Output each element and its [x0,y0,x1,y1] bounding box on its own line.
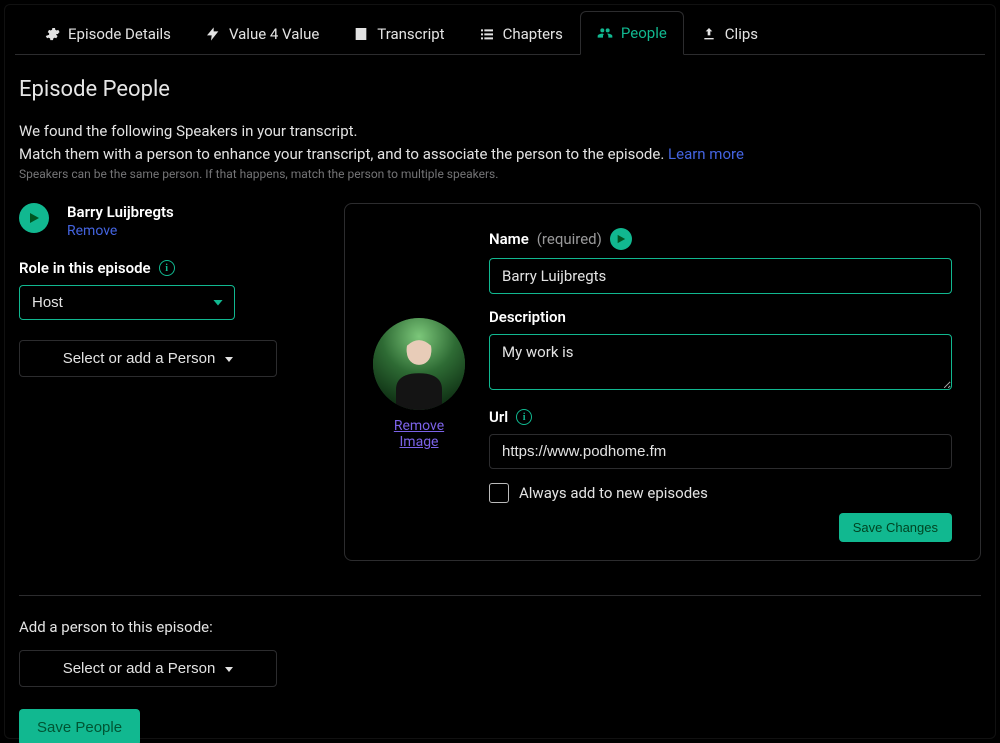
list-icon [479,26,495,42]
tab-transcript[interactable]: Transcript [336,12,461,55]
intro-line-2: Match them with a person to enhance your… [19,143,981,166]
name-field[interactable] [489,258,952,294]
play-speaker-button[interactable] [19,203,49,233]
play-icon [616,233,626,245]
tab-label: Chapters [503,25,563,43]
name-required: (required) [537,230,602,248]
people-icon [597,25,613,41]
select-person-dropdown[interactable]: Select or add a Person [19,340,277,377]
save-changes-button[interactable]: Save Changes [839,513,952,542]
intro-note: Speakers can be the same person. If that… [19,167,981,181]
role-select[interactable]: Host [19,285,235,320]
chevron-down-icon [225,357,233,362]
tab-label: Episode Details [68,25,171,43]
section-divider [19,595,981,596]
speaker-name: Barry Luijbregts [67,203,174,221]
tab-label: Clips [725,25,758,43]
page-title: Episode People [19,77,981,102]
tab-episode-details[interactable]: Episode Details [27,12,188,55]
url-label: Url [489,408,508,426]
role-label-row: Role in this episode i [19,259,175,277]
gear-icon [44,26,60,42]
save-people-button[interactable]: Save People [19,709,140,743]
remove-speaker-link[interactable]: Remove [67,223,117,239]
url-field[interactable] [489,434,952,469]
remove-image-link[interactable]: Remove Image [394,418,444,450]
add-person-label: Add a person to this episode: [19,618,981,636]
always-add-label: Always add to new episodes [519,484,708,502]
tab-label: Transcript [377,25,444,43]
avatar-image [373,318,465,410]
avatar [373,318,465,410]
tab-label: People [621,24,667,42]
chevron-down-icon [225,667,233,672]
play-name-button[interactable] [610,228,632,250]
role-label: Role in this episode [19,259,151,277]
intro-line-1: We found the following Speakers in your … [19,120,981,143]
play-icon [28,212,40,224]
share-icon [701,26,717,42]
tab-clips[interactable]: Clips [684,12,775,55]
tab-chapters[interactable]: Chapters [462,12,580,55]
lightning-icon [205,26,221,42]
info-icon[interactable]: i [516,409,532,425]
description-label: Description [489,308,566,326]
tab-people[interactable]: People [580,11,684,55]
tab-value4value[interactable]: Value 4 Value [188,12,336,55]
person-card: Remove Image Name (required) [344,203,981,561]
document-icon [353,26,369,42]
description-field[interactable]: My work is [489,334,952,390]
tab-label: Value 4 Value [229,25,319,43]
info-icon[interactable]: i [159,260,175,276]
learn-more-link[interactable]: Learn more [668,145,744,163]
always-add-checkbox[interactable] [489,483,509,503]
add-person-dropdown[interactable]: Select or add a Person [19,650,277,687]
tabs-bar: Episode Details Value 4 Value Transcript… [15,11,985,55]
name-label: Name [489,230,529,248]
